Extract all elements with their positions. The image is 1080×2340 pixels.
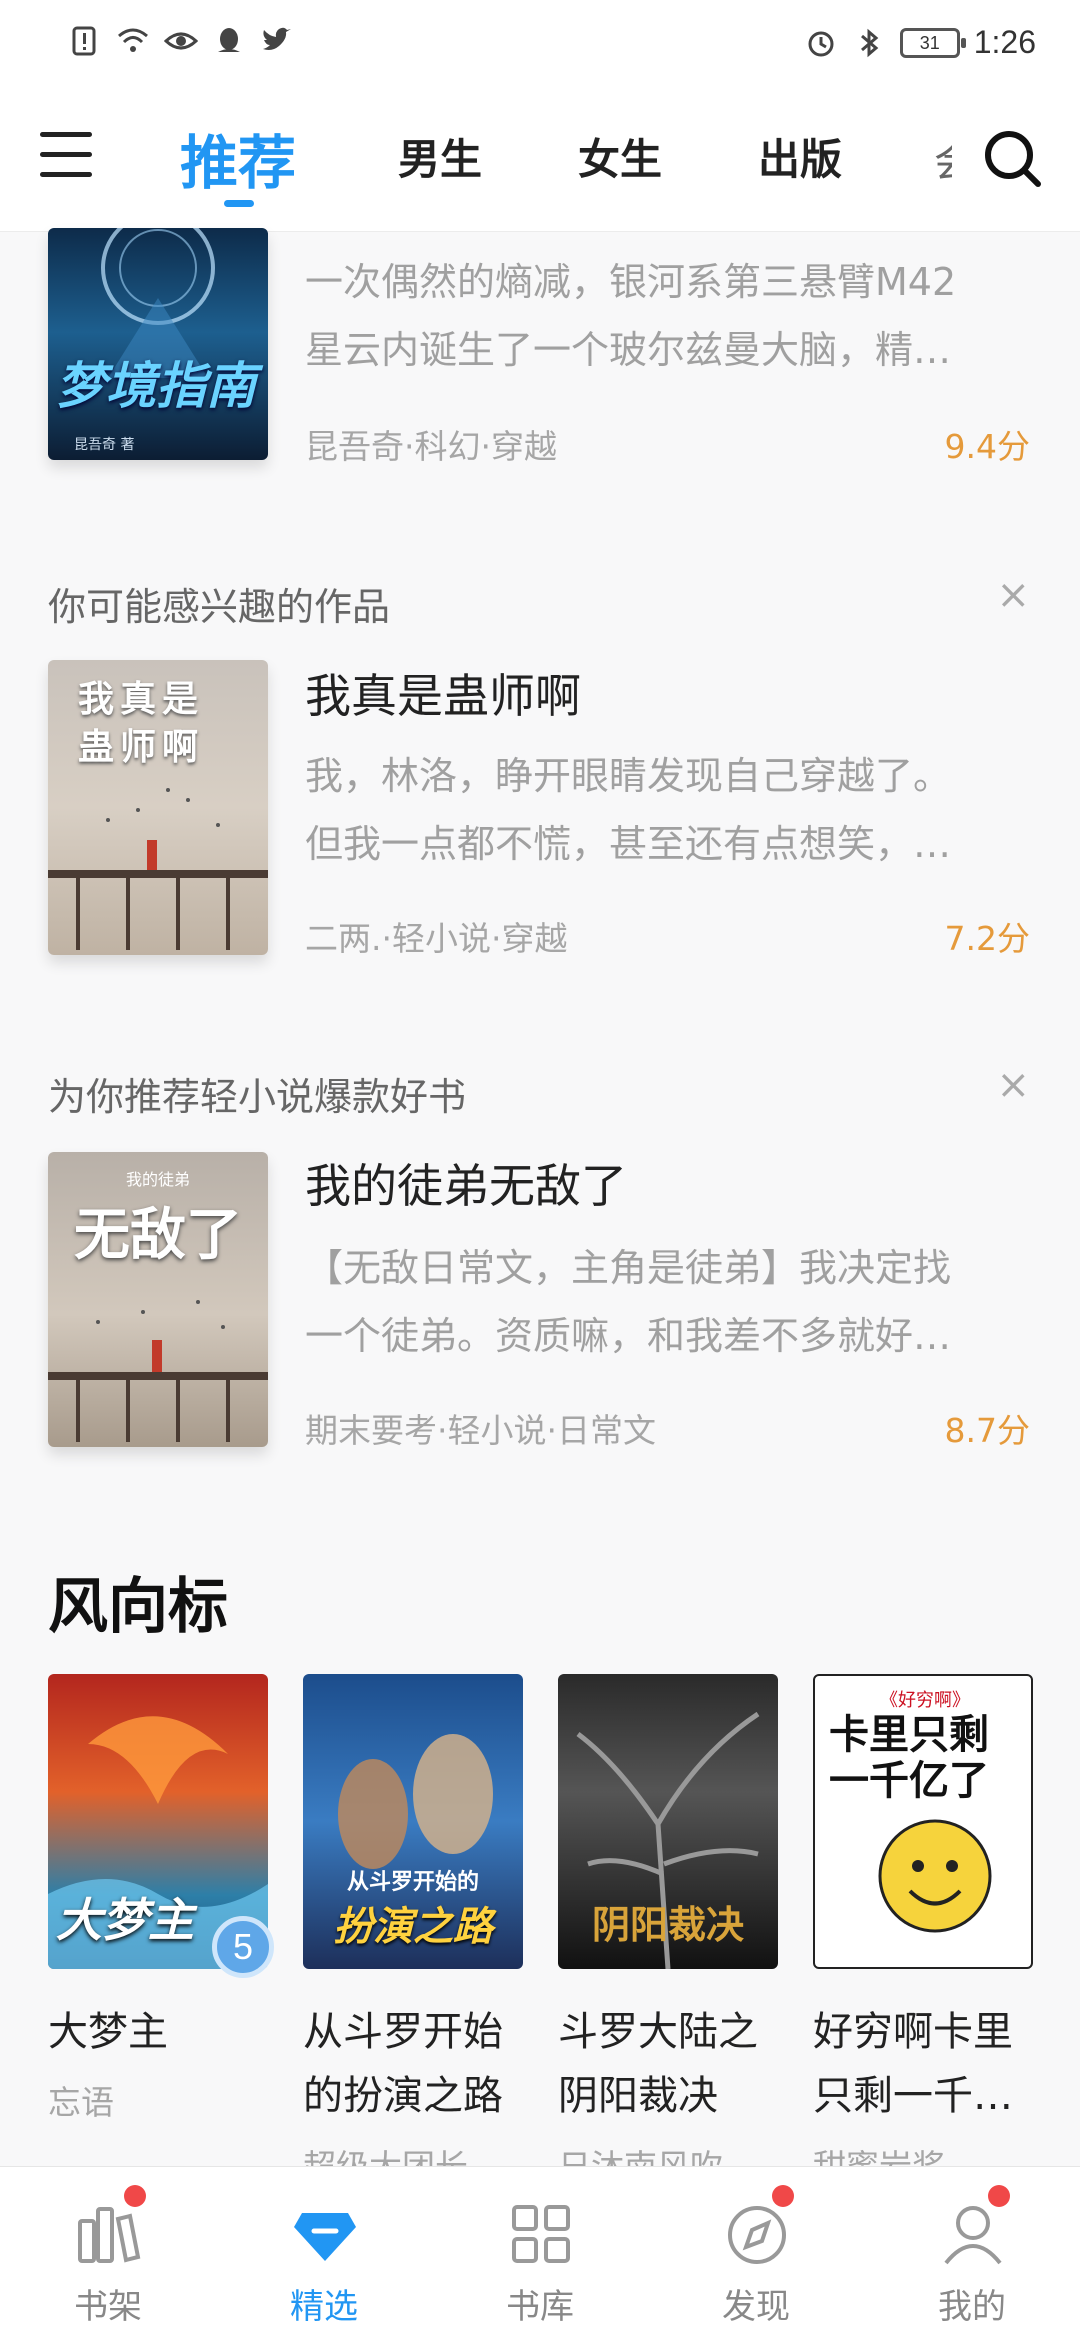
status-right-icons: 31 1:26 <box>804 24 1036 61</box>
book-cover[interactable]: 我真是蛊师啊 <box>48 660 268 955</box>
nav-featured[interactable]: 精选 <box>216 2167 432 2340</box>
book-cover[interactable]: 梦境指南 昆吾奇 著 <box>48 228 268 460</box>
menu-icon <box>40 132 92 137</box>
tab-active-indicator <box>224 200 254 207</box>
nav-bookshelf[interactable]: 书架 <box>0 2167 216 2340</box>
book-title[interactable]: 我真是蛊师啊 <box>305 660 581 726</box>
diamond-icon <box>294 2213 356 2261</box>
close-icon[interactable]: × <box>996 1062 1030 1108</box>
book-name[interactable]: 斗罗大陆之 阴阳裁决 <box>558 2000 788 2128</box>
nav-label: 我的 <box>938 2287 1006 2327</box>
book-score: 7.2分 <box>944 919 1030 958</box>
tab-more-partial[interactable]: 会 <box>934 130 952 180</box>
book-name[interactable]: 大梦主 <box>48 2000 278 2064</box>
qq-icon <box>218 28 240 52</box>
book-cover[interactable]: 我的徒弟 无敌了 <box>48 1152 268 1447</box>
compass-icon <box>728 2206 786 2264</box>
cover-subtitle: 我的徒弟 <box>125 1170 190 1189</box>
cover-subtitle: 《好穷啊》 <box>880 1690 970 1711</box>
notification-dot <box>124 2185 146 2207</box>
nav-label: 书架 <box>74 2287 142 2327</box>
cover-title: 无敌了 <box>74 1203 242 1268</box>
bookshelf-icon <box>78 2207 141 2263</box>
nav-discover[interactable]: 发现 <box>648 2167 864 2340</box>
book-meta: 二两.·轻小说·穿越 <box>305 919 568 958</box>
eye-icon <box>164 32 198 50</box>
cover-title: 扮演之路 <box>333 1904 493 1950</box>
book-meta: 昆吾奇·科幻·穿越 <box>305 427 557 466</box>
section-title: 你可能感兴趣的作品 <box>48 585 391 629</box>
nav-label: 书库 <box>506 2287 574 2327</box>
alert-icon <box>72 26 96 56</box>
book-author: 忘语 <box>48 2083 114 2122</box>
close-icon[interactable]: × <box>996 572 1030 618</box>
nav-library[interactable]: 书库 <box>432 2167 648 2340</box>
tab-male[interactable]: 男生 <box>398 126 482 187</box>
section-heading: 风向标 <box>48 1572 228 1642</box>
notification-dot <box>988 2185 1010 2207</box>
book-title[interactable]: 我的徒弟无敌了 <box>305 1150 627 1216</box>
status-bar: 31 1:26 <box>0 0 1080 90</box>
top-nav: 推荐 男生 女生 出版 会 <box>0 90 1080 232</box>
status-left-icons <box>68 24 294 58</box>
book-desc-line2: 星云内诞生了一个玻尔兹曼大脑，精… <box>305 328 952 372</box>
bluetooth-icon <box>860 28 879 57</box>
alarm-icon <box>808 31 834 56</box>
book-name[interactable]: 从斗罗开始 的扮演之路 <box>303 2000 533 2128</box>
status-time: 1:26 <box>973 24 1036 60</box>
notification-dot <box>772 2185 794 2207</box>
search-icon[interactable] <box>982 128 1044 190</box>
tab-recommend[interactable]: 推荐 <box>180 116 296 200</box>
book-name[interactable]: 好穷啊卡里 只剩一千… <box>813 2000 1043 2128</box>
book-desc-line2: 但我一点都不慌，甚至还有点想笑，… <box>305 822 952 866</box>
user-icon <box>944 2206 1002 2265</box>
book-cover[interactable]: 阴阳裁决 <box>558 1674 778 1969</box>
book-cover[interactable]: 《好穷啊》 卡里只剩一千亿了 <box>813 1674 1033 1969</box>
cover-title: 梦境指南 <box>56 357 256 415</box>
cover-title: 卡里只剩一千亿了 <box>829 1712 989 1804</box>
book-desc-line1: 我，林洛，睁开眼睛发现自己穿越了。 <box>305 754 952 798</box>
book-desc-line1: 一次偶然的熵减，银河系第三悬臂M42 <box>305 260 957 304</box>
bottom-nav: 书架 精选 书库 发现 我的 <box>0 2166 1080 2340</box>
tab-publish[interactable]: 出版 <box>758 126 842 187</box>
book-desc-line2: 一个徒弟。资质嘛，和我差不多就好… <box>305 1314 952 1358</box>
battery-icon: 31 <box>899 27 966 58</box>
book-cover[interactable]: 从斗罗开始的 扮演之路 <box>303 1674 523 1969</box>
cover-author: 昆吾奇 著 <box>74 437 135 453</box>
menu-button[interactable] <box>40 132 92 184</box>
cover-art <box>101 228 215 378</box>
update-count-badge: 5 <box>212 1916 274 1978</box>
cover-title: 大梦主 <box>56 1893 194 1947</box>
nav-profile[interactable]: 我的 <box>864 2167 1080 2340</box>
nav-label: 精选 <box>290 2287 358 2327</box>
nav-label: 发现 <box>722 2287 790 2327</box>
cover-title: 我真是蛊师啊 <box>78 679 205 768</box>
cover-title: 阴阳裁决 <box>591 1903 744 1947</box>
book-meta: 期末要考·轻小说·日常文 <box>305 1411 656 1450</box>
twitter-icon <box>263 27 291 50</box>
book-score: 8.7分 <box>944 1411 1030 1450</box>
cover-subtitle: 从斗罗开始的 <box>346 1870 479 1895</box>
section-title: 为你推荐轻小说爆款好书 <box>48 1075 467 1119</box>
tab-female[interactable]: 女生 <box>578 126 662 187</box>
book-score: 9.4分 <box>944 427 1030 466</box>
grid-icon <box>512 2205 570 2263</box>
book-desc-line1: 【无敌日常文，主角是徒弟】我决定找 <box>305 1246 952 1290</box>
wifi-icon <box>118 28 148 52</box>
